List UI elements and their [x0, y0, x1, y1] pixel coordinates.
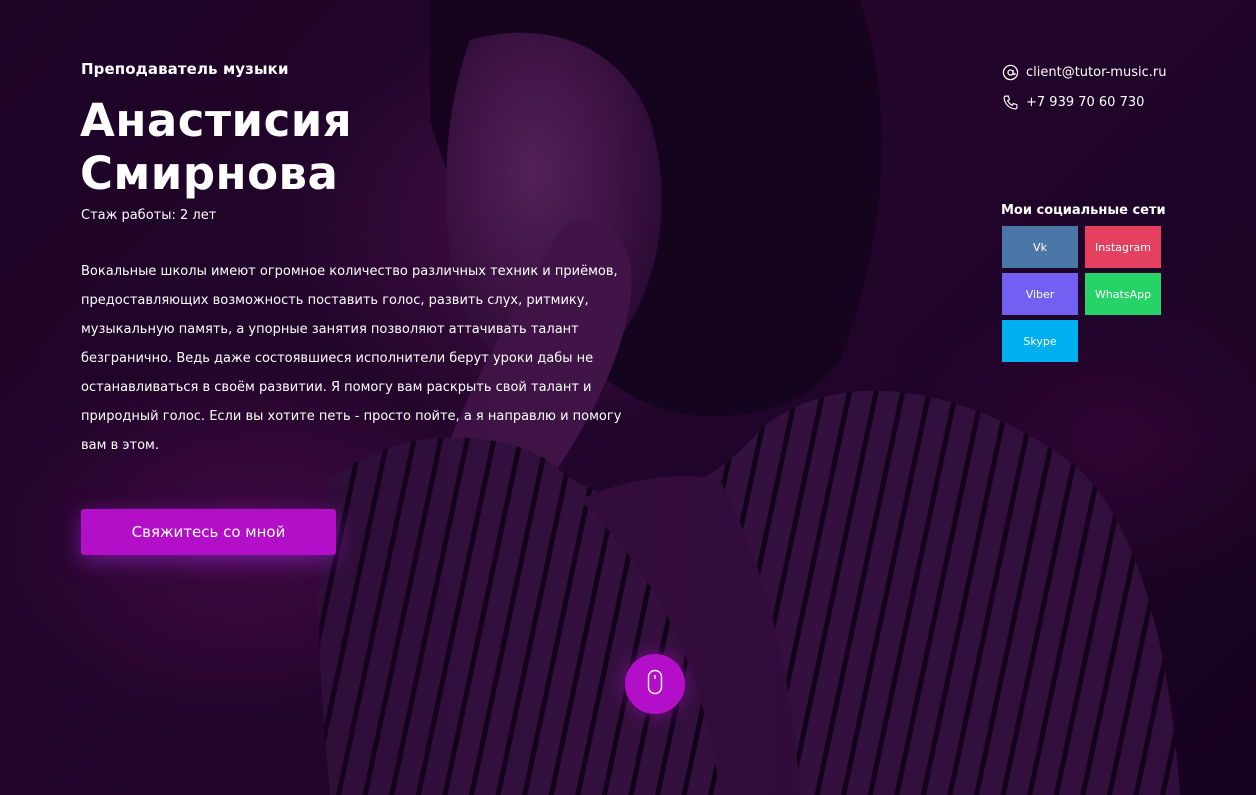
- social-skype-button[interactable]: Skype: [1002, 320, 1078, 362]
- phone-icon: [1001, 93, 1019, 111]
- at-sign-icon: [1001, 63, 1019, 81]
- social-whatsapp-button[interactable]: WhatsApp: [1085, 273, 1161, 315]
- social-links-grid: Vk Instagram Viber WhatsApp Skype: [1002, 226, 1162, 362]
- social-vk-button[interactable]: Vk: [1002, 226, 1078, 268]
- profile-description: Вокальные школы имеют огромное количеств…: [81, 264, 622, 453]
- hero-section: Преподаватель музыки Анастисия Смирнова …: [0, 0, 1256, 795]
- profile-last-name: Смирнова: [80, 147, 339, 200]
- contacts-block: client@tutor-music.ru +7 939 70 60 730: [1001, 61, 1166, 121]
- email-row: client@tutor-music.ru: [1001, 61, 1166, 83]
- profile-name: Анастисия Смирнова: [80, 94, 352, 200]
- profile-experience: Стаж работы: 2 лет: [81, 208, 217, 223]
- mouse-icon: [647, 669, 663, 699]
- email-link[interactable]: client@tutor-music.ru: [1026, 65, 1166, 80]
- social-viber-button[interactable]: Viber: [1002, 273, 1078, 315]
- profile-role: Преподаватель музыки: [81, 60, 289, 78]
- socials-title: Мои социальные сети: [1001, 203, 1166, 218]
- contact-me-button[interactable]: Свяжитесь со мной: [81, 509, 336, 555]
- phone-row: +7 939 70 60 730: [1001, 91, 1166, 113]
- profile-first-name: Анастисия: [80, 94, 353, 147]
- phone-link[interactable]: +7 939 70 60 730: [1026, 95, 1144, 110]
- scroll-down-button[interactable]: [625, 654, 685, 714]
- social-instagram-button[interactable]: Instagram: [1085, 226, 1161, 268]
